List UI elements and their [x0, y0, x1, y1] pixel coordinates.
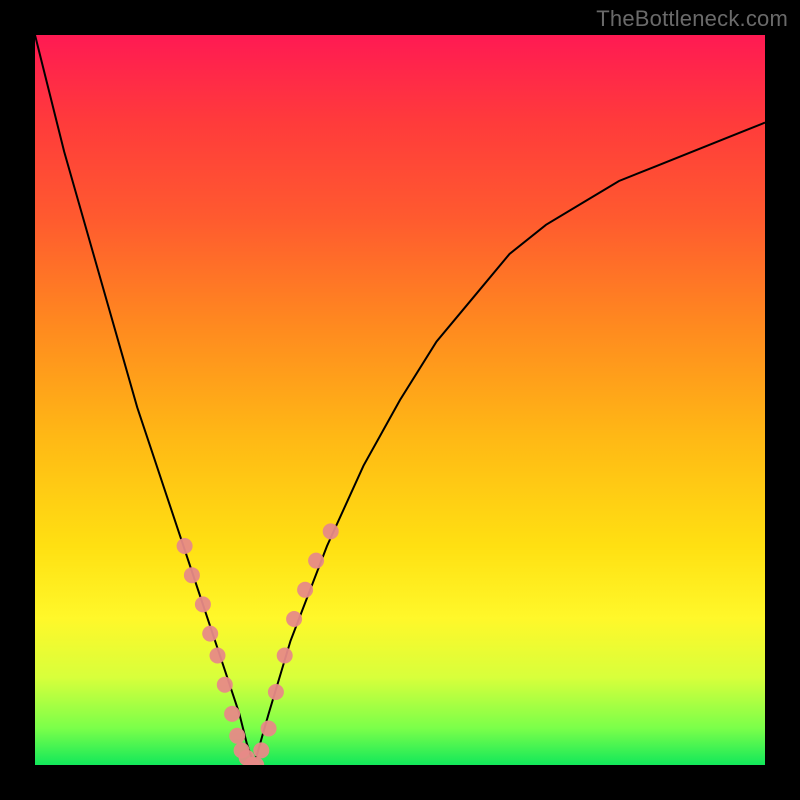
bottleneck-curve: [35, 35, 765, 765]
curve-dot: [277, 648, 293, 664]
curve-dot: [184, 567, 200, 583]
curve-dot: [217, 677, 233, 693]
curve-dot: [253, 742, 269, 758]
curve-dot: [210, 648, 226, 664]
curve-dot: [229, 728, 245, 744]
curve-dot: [224, 706, 240, 722]
curve-dot: [323, 523, 339, 539]
chart-frame: TheBottleneck.com: [0, 0, 800, 800]
curve-dot: [202, 626, 218, 642]
curve-dot: [195, 596, 211, 612]
chart-plot-area: [35, 35, 765, 765]
chart-svg: [35, 35, 765, 765]
curve-dot: [308, 553, 324, 569]
curve-dot: [286, 611, 302, 627]
watermark-text: TheBottleneck.com: [596, 6, 788, 32]
curve-dot: [177, 538, 193, 554]
curve-dot: [268, 684, 284, 700]
curve-dot: [261, 721, 277, 737]
curve-dot: [297, 582, 313, 598]
curve-sample-dots: [177, 523, 339, 765]
